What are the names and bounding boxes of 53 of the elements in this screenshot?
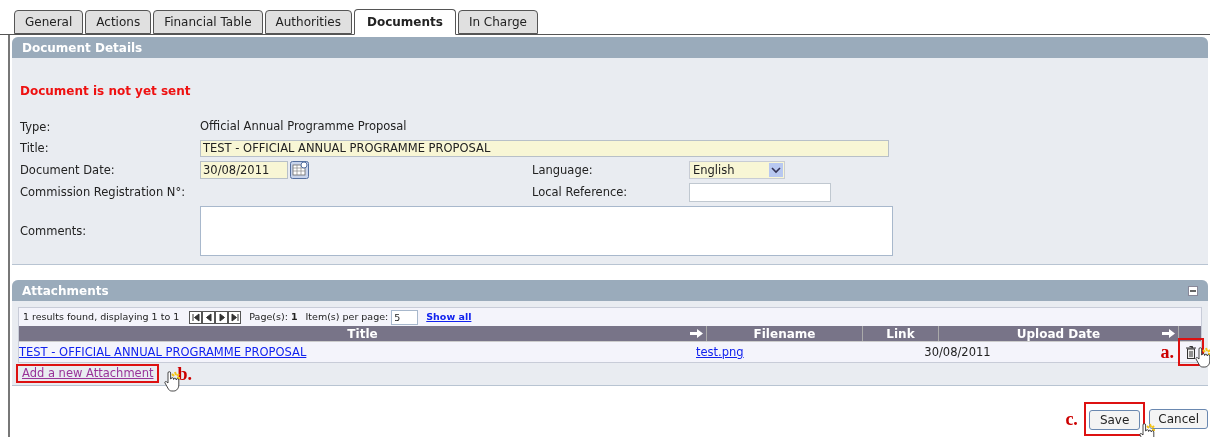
annotation-label: c. <box>1065 407 1078 431</box>
trash-icon[interactable] <box>1186 345 1196 359</box>
column-header[interactable]: Link <box>863 326 939 342</box>
tab[interactable]: Financial Table <box>153 10 263 34</box>
left-arrow-icon <box>203 312 214 322</box>
per-page-field[interactable]: 5 <box>391 309 419 325</box>
tab[interactable]: Actions <box>85 10 152 34</box>
calendar-icon[interactable] <box>290 161 309 180</box>
input-field[interactable] <box>689 183 831 203</box>
tab[interactable]: Documents <box>353 9 456 35</box>
prev-page-button[interactable] <box>202 310 216 324</box>
right-arrow-icon <box>229 312 240 322</box>
add-attachment-link[interactable]: Add a new Attachment <box>22 365 154 383</box>
input-field[interactable]: TEST - OFFICIAL ANNUAL PROGRAMME PROPOSAL <box>200 140 889 158</box>
field-label: Local Reference: <box>532 184 629 202</box>
tab[interactable]: Authorities <box>264 10 352 34</box>
left-arrow-icon <box>190 312 201 322</box>
field-value: Official Annual Programme Proposal <box>200 118 408 136</box>
column-header[interactable]: Title <box>19 326 707 342</box>
column-header[interactable]: Upload Date <box>939 326 1179 342</box>
language-select[interactable]: English <box>689 161 785 180</box>
right-arrow-icon <box>216 312 227 322</box>
first-page-button[interactable] <box>189 310 203 324</box>
tab[interactable]: In Charge <box>457 10 538 34</box>
field-label: Language: <box>532 161 594 179</box>
pages-label: Page(s): 1 <box>249 310 298 325</box>
show-all-link[interactable]: Show all <box>426 310 472 325</box>
tab[interactable]: General <box>14 10 84 34</box>
field-label: Document Date: <box>20 161 116 179</box>
filename-link[interactable]: test.png <box>696 344 744 359</box>
field-label: Comments: <box>20 222 88 240</box>
collapse-icon[interactable] <box>1188 285 1198 296</box>
upload-date: 30/08/2011 <box>924 344 991 359</box>
sort-arrow-icon[interactable] <box>1162 329 1175 339</box>
field-label: Title: <box>20 140 50 157</box>
column-header[interactable]: Filename <box>707 326 863 342</box>
sort-arrow-icon[interactable] <box>690 329 703 339</box>
annotation-label: b. <box>177 364 192 383</box>
field-label: Commission Registration N°: <box>20 184 187 202</box>
attachment-title-link[interactable]: TEST - OFFICIAL ANNUAL PROGRAMME PROPOSAL <box>19 344 307 359</box>
per-page-label: Item(s) per page: <box>305 310 389 325</box>
panel-title: Attachments <box>22 282 109 300</box>
last-page-button[interactable] <box>228 310 242 324</box>
panel-title: Document Details <box>22 39 143 57</box>
status-message: Document is not yet sent <box>20 83 192 98</box>
cancel-button[interactable]: Cancel <box>1149 409 1208 430</box>
annotation-label: a. <box>1160 343 1174 362</box>
save-button[interactable]: Save <box>1088 410 1141 431</box>
comments-field[interactable] <box>200 206 893 257</box>
field-label: Type: <box>20 119 52 136</box>
next-page-button[interactable] <box>215 310 229 324</box>
date-field[interactable]: 30/08/2011 <box>200 161 288 180</box>
results-summary: 1 results found, displaying 1 to 1 <box>23 310 180 325</box>
